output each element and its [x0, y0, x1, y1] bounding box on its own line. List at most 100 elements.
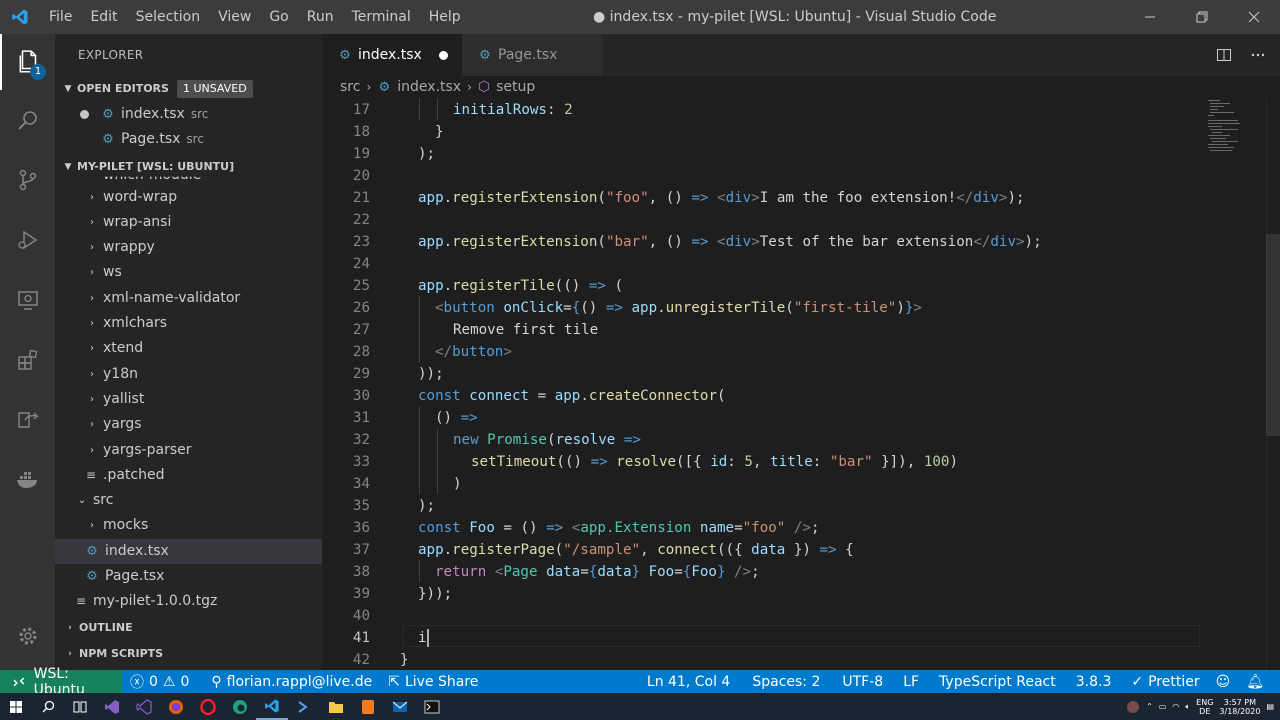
breadcrumb-file[interactable]: index.tsx [397, 79, 461, 95]
start-button[interactable] [0, 693, 32, 720]
chevron-right-icon: › [90, 419, 94, 431]
tree-folder[interactable]: › yargs-parser [55, 438, 322, 463]
menu-help[interactable]: Help [420, 0, 470, 34]
input-language[interactable]: ENG DE [1196, 698, 1213, 716]
minimap[interactable] [1206, 98, 1266, 158]
code-line: })); [418, 586, 453, 602]
restore-button[interactable] [1176, 0, 1228, 34]
workspace-label: MY-PILET [WSL: UBUNTU] [77, 159, 235, 173]
activity-live-share[interactable] [0, 392, 55, 448]
taskbar-app-powershell[interactable] [288, 693, 320, 720]
network-icon[interactable]: ◠ [1172, 702, 1179, 711]
tree-file[interactable]: ⚙ Page.tsx [55, 564, 322, 589]
unsaved-dot-icon[interactable] [439, 50, 448, 60]
activity-source-control[interactable] [0, 152, 55, 208]
notifications-button[interactable]: 🔔︎ [1238, 674, 1272, 690]
chevron-up-icon[interactable]: ⌃ [1146, 702, 1153, 711]
activity-settings[interactable] [0, 608, 55, 664]
tree-folder[interactable]: › ws [55, 260, 322, 285]
cursor-position[interactable]: Ln 41, Col 4 [639, 674, 738, 690]
more-actions-icon[interactable] [1250, 47, 1266, 63]
tree-folder[interactable]: › xml-name-validator [55, 286, 322, 311]
activity-remote-explorer[interactable] [0, 272, 55, 328]
menu-file[interactable]: File [40, 0, 81, 34]
tree-folder[interactable]: › y18n [55, 362, 322, 387]
tree-file[interactable]: ≡ my-pilet-1.0.0.tgz [55, 589, 322, 614]
activity-run-debug[interactable] [0, 212, 55, 268]
remote-indicator[interactable]: WSL: Ubuntu [0, 666, 122, 698]
tsx-file-icon: ⚙ [102, 107, 114, 122]
menu-run[interactable]: Run [298, 0, 343, 34]
split-editor-icon[interactable] [1216, 47, 1232, 63]
tree-folder-src[interactable]: ⌄ src [55, 488, 322, 513]
tree-folder[interactable]: › xmlchars [55, 311, 322, 336]
menu-selection[interactable]: Selection [127, 0, 210, 34]
formatter[interactable]: ✓ Prettier [1123, 674, 1207, 690]
volume-icon[interactable]: 🔈︎ [1185, 702, 1190, 712]
vertical-scrollbar[interactable] [1266, 98, 1280, 670]
battery-icon[interactable]: ▭ [1159, 702, 1167, 711]
taskbar-app-mail[interactable] [384, 693, 416, 720]
feedback-button[interactable]: ☺ [1208, 674, 1239, 690]
taskbar-search[interactable] [32, 693, 64, 720]
minimize-button[interactable] [1124, 0, 1176, 34]
workspace-header[interactable]: ▼ MY-PILET [WSL: UBUNTU] [55, 154, 322, 180]
npm-scripts-header[interactable]: › NPM SCRIPTS [55, 641, 322, 667]
taskbar-app-vs[interactable] [96, 693, 128, 720]
problems-indicator[interactable]: ⓧ 0 ⚠ 0 [122, 672, 197, 692]
user-avatar-icon[interactable] [1126, 700, 1140, 714]
task-view[interactable] [64, 693, 96, 720]
open-editor-item[interactable]: ⚙ Page.tsx src [55, 127, 322, 152]
account-indicator[interactable]: ⚲ florian.rappl@live.de [203, 674, 380, 690]
taskbar-app-edge[interactable] [224, 693, 256, 720]
ts-version[interactable]: 3.8.3 [1068, 674, 1120, 690]
menu-edit[interactable]: Edit [81, 0, 126, 34]
chevron-down-icon: ▼ [64, 161, 72, 172]
indentation[interactable]: Spaces: 2 [744, 674, 828, 690]
tree-folder[interactable]: › wrap-ansi [55, 210, 322, 235]
scrollbar-thumb[interactable] [1266, 234, 1280, 436]
tree-folder[interactable]: › mocks [55, 513, 322, 538]
clock[interactable]: 3:57 PM 3/18/2020 [1219, 698, 1260, 716]
notification-center-icon[interactable]: ▤ [1266, 702, 1274, 711]
close-window-button[interactable] [1228, 0, 1280, 34]
open-editors-header[interactable]: ▼ OPEN EDITORS 1 UNSAVED [55, 76, 322, 102]
taskbar-app-terminal[interactable] [416, 693, 448, 720]
activity-explorer[interactable]: 1 [0, 34, 55, 90]
taskbar-app-opera[interactable] [192, 693, 224, 720]
tree-folder[interactable]: › xtend [55, 336, 322, 361]
breadcrumb-src[interactable]: src [340, 79, 360, 95]
outline-header[interactable]: › OUTLINE [55, 615, 322, 641]
menu-terminal[interactable]: Terminal [343, 0, 420, 34]
tab-page-tsx[interactable]: ⚙ Page.tsx [462, 34, 602, 76]
tree-folder[interactable]: › yallist [55, 387, 322, 412]
activity-extensions[interactable] [0, 332, 55, 388]
tree-file[interactable]: ≡ .patched [55, 463, 322, 488]
tree-folder[interactable]: › word-wrap [55, 185, 322, 210]
code-editor[interactable]: 17 initialRows: 2 18} 19); 20 21 app.regis… [322, 98, 1280, 670]
taskbar-app-sublime[interactable] [352, 693, 384, 720]
encoding[interactable]: UTF-8 [834, 674, 891, 690]
code-line: app.registerExtension("bar", () => <div>… [418, 234, 1042, 250]
taskbar-app-vscode[interactable] [256, 693, 288, 720]
tree-file-selected[interactable]: ⚙ index.tsx [55, 538, 322, 565]
tree-folder[interactable]: › yargs [55, 412, 322, 437]
unsaved-dot-icon[interactable] [80, 110, 89, 120]
breadcrumb-symbol[interactable]: setup [496, 79, 535, 95]
end-of-line[interactable]: LF [895, 674, 927, 690]
taskbar-app-explorer[interactable] [320, 693, 352, 720]
taskbar-app-firefox[interactable] [160, 693, 192, 720]
line-number: 38 [352, 564, 370, 580]
open-editor-item[interactable]: ⚙ index.tsx src [55, 102, 322, 127]
menu-view[interactable]: View [209, 0, 260, 34]
language-mode[interactable]: TypeScript React [931, 674, 1064, 690]
menu-go[interactable]: Go [260, 0, 297, 34]
tree-folder[interactable]: › wrappy [55, 235, 322, 260]
open-editors-label: OPEN EDITORS [77, 82, 169, 95]
activity-search[interactable] [0, 92, 55, 148]
tab-index-tsx[interactable]: ⚙ index.tsx [322, 34, 462, 76]
line-number: 29 [352, 366, 370, 382]
live-share-button[interactable]: ⇱ Live Share [380, 674, 486, 690]
taskbar-app-vs-preview[interactable] [128, 693, 160, 720]
activity-docker[interactable] [0, 452, 55, 508]
